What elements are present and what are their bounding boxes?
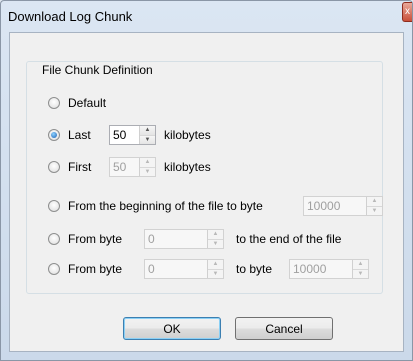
option-first-label: First [68,160,92,174]
spinner-up-icon[interactable]: ▲ [208,260,223,270]
option-first[interactable]: First [48,157,91,177]
option-from-byte-to-byte[interactable]: From byte [48,259,122,279]
begin-to-byte-spinner[interactable]: 10000 ▲ ▼ [303,196,383,216]
option-from-byte-to-byte-label: From byte [68,262,123,276]
range-end-spinner[interactable]: 10000 ▲ ▼ [289,259,369,279]
radio-default[interactable] [48,97,60,109]
option-begin-to-byte-label: From the beginning of the file to byte [68,199,263,213]
radio-from-byte-to-byte[interactable] [48,263,60,275]
spinner-down-icon[interactable]: ▼ [367,206,382,215]
spinner-down-icon[interactable]: ▼ [208,239,223,248]
option-default-label: Default [68,96,107,110]
option-default[interactable]: Default [48,93,106,113]
last-kb-value[interactable]: 50 [110,128,139,142]
ok-button[interactable]: OK [123,317,221,340]
spinner-up-icon[interactable]: ▲ [208,230,223,240]
spinner-up-icon[interactable]: ▲ [140,158,155,168]
spinner-down-icon[interactable]: ▼ [353,269,368,278]
first-kb-spinner[interactable]: 50 ▲ ▼ [109,157,156,177]
range-end-value[interactable]: 10000 [290,262,352,276]
radio-begin-to-byte[interactable] [48,200,60,212]
spinner-up-icon[interactable]: ▲ [140,126,155,136]
close-icon[interactable]: x [402,2,412,22]
spinner-down-icon[interactable]: ▼ [140,135,155,144]
spinner-up-icon[interactable]: ▲ [367,197,382,207]
first-kb-value[interactable]: 50 [110,160,139,174]
from-byte-to-end-spinner[interactable]: 0 ▲ ▼ [144,229,224,249]
range-start-spinner[interactable]: 0 ▲ ▼ [144,259,224,279]
cancel-button[interactable]: Cancel [235,317,333,340]
range-start-value[interactable]: 0 [145,262,207,276]
to-end-suffix: to the end of the file [236,232,342,246]
last-suffix: kilobytes [164,128,211,142]
spinner-up-icon[interactable]: ▲ [353,260,368,270]
group-legend: File Chunk Definition [39,63,156,77]
radio-from-byte-to-end[interactable] [48,233,60,245]
from-byte-to-end-value[interactable]: 0 [145,232,207,246]
last-kb-spinner[interactable]: 50 ▲ ▼ [109,125,156,145]
option-begin-to-byte[interactable]: From the beginning of the file to byte [48,196,263,216]
begin-to-byte-value[interactable]: 10000 [304,199,366,213]
spinner-down-icon[interactable]: ▼ [140,167,155,176]
to-byte-label: to byte [236,262,273,276]
option-last-label: Last [68,128,91,142]
spinner-down-icon[interactable]: ▼ [208,269,223,278]
option-from-byte-to-end[interactable]: From byte [48,229,122,249]
radio-last[interactable] [48,129,60,141]
option-last[interactable]: Last [48,125,91,145]
first-suffix: kilobytes [164,160,211,174]
radio-first[interactable] [48,161,60,173]
window-title: Download Log Chunk [8,9,133,24]
option-from-byte-to-end-label: From byte [68,232,123,246]
